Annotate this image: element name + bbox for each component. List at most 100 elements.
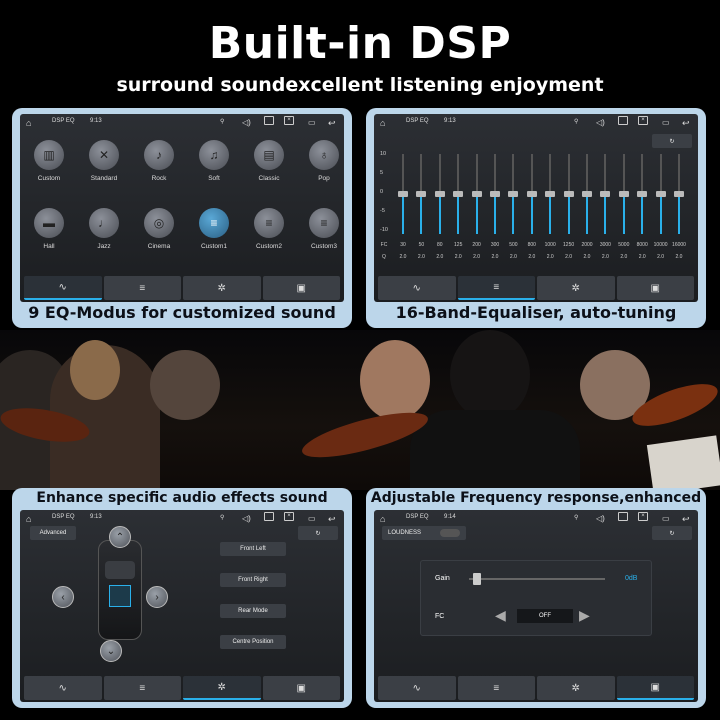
tab-eq-presets[interactable]: ∿ <box>378 676 456 700</box>
fc-next-icon[interactable]: ▶ <box>579 607 590 624</box>
preset-standard[interactable]: ✕ Standard <box>83 140 125 182</box>
eq-band-slider[interactable] <box>543 154 557 240</box>
eq-band-slider[interactable] <box>414 154 428 240</box>
close-icon[interactable]: × <box>638 512 648 521</box>
home-icon[interactable]: ⌂ <box>380 514 385 524</box>
tab-equaliser[interactable]: ≡ <box>457 676 535 700</box>
band-knob[interactable] <box>618 191 629 197</box>
tab-loudness[interactable]: ▣ <box>262 276 340 300</box>
band-knob[interactable] <box>398 191 408 197</box>
eq-band-slider[interactable] <box>562 154 576 240</box>
tab-loudness[interactable]: ▣ <box>616 676 694 700</box>
preset-rock[interactable]: ♪ Rock <box>138 140 180 182</box>
volume-icon[interactable]: ◁) <box>596 118 605 127</box>
recent-apps-icon[interactable]: ▭ <box>308 514 316 523</box>
tab-loudness[interactable]: ▣ <box>262 676 340 700</box>
down-arrow-button[interactable]: ⌄ <box>100 640 122 662</box>
eq-band-slider[interactable] <box>396 154 410 240</box>
window-icon[interactable] <box>264 512 274 521</box>
band-knob[interactable] <box>471 191 482 197</box>
tab-equaliser[interactable]: ≡ <box>457 276 535 300</box>
recent-apps-icon[interactable]: ▭ <box>662 118 670 127</box>
left-arrow-button[interactable]: ‹ <box>52 586 74 608</box>
back-icon[interactable]: ↩ <box>682 514 690 525</box>
volume-icon[interactable]: ◁) <box>596 514 605 523</box>
band-knob[interactable] <box>526 191 537 197</box>
preset-hall[interactable]: ▬ Hall <box>28 208 70 250</box>
volume-icon[interactable]: ◁) <box>242 118 251 127</box>
tab-eq-presets[interactable]: ∿ <box>378 276 456 300</box>
window-icon[interactable] <box>618 512 628 521</box>
band-knob[interactable] <box>416 191 427 197</box>
loudness-switch[interactable] <box>440 529 460 537</box>
preset-custom[interactable]: ▥ Custom <box>28 140 70 182</box>
preset-custom2[interactable]: ≡ Custom2 <box>248 208 290 250</box>
eq-band-slider[interactable] <box>635 154 649 240</box>
band-knob[interactable] <box>637 191 648 197</box>
close-icon[interactable]: × <box>284 512 294 521</box>
right-arrow-button[interactable]: › <box>146 586 168 608</box>
reset-button[interactable]: ↻ <box>652 526 692 540</box>
band-knob[interactable] <box>490 191 500 197</box>
gain-slider-handle[interactable] <box>473 573 481 585</box>
preset-soft[interactable]: ♫ Soft <box>193 140 235 182</box>
volume-icon[interactable]: ◁) <box>242 514 251 523</box>
tab-equaliser[interactable]: ≡ <box>103 676 181 700</box>
gain-slider[interactable] <box>469 578 605 580</box>
tab-eq-presets[interactable]: ∿ <box>24 276 102 300</box>
tab-balance[interactable]: ✲ <box>537 276 615 300</box>
band-knob[interactable] <box>655 191 666 197</box>
eq-band-slider[interactable] <box>672 154 686 240</box>
band-knob[interactable] <box>434 191 445 197</box>
preset-classic[interactable]: ▤ Classic <box>248 140 290 182</box>
close-icon[interactable]: × <box>638 116 648 125</box>
recent-apps-icon[interactable]: ▭ <box>308 118 316 127</box>
recent-apps-icon[interactable]: ▭ <box>662 514 670 523</box>
band-knob[interactable] <box>674 191 684 197</box>
eq-band-slider[interactable] <box>598 154 612 240</box>
tab-balance[interactable]: ✲ <box>183 276 261 300</box>
tab-balance[interactable]: ✲ <box>537 676 615 700</box>
advanced-button[interactable]: Advanced <box>30 526 76 540</box>
preset-pop[interactable]: ♁ Pop <box>303 140 344 182</box>
tab-loudness[interactable]: ▣ <box>616 276 694 300</box>
eq-band-slider[interactable] <box>580 154 594 240</box>
reset-button[interactable]: ↻ <box>652 134 692 148</box>
band-knob[interactable] <box>563 191 574 197</box>
preset-custom3[interactable]: ≡ Custom3 <box>303 208 344 250</box>
back-icon[interactable]: ↩ <box>328 118 336 129</box>
front-left-button[interactable]: Front Left <box>220 542 286 556</box>
band-knob[interactable] <box>600 191 611 197</box>
window-icon[interactable] <box>618 116 628 125</box>
preset-custom1[interactable]: ≡ Custom1 <box>193 208 235 250</box>
band-knob[interactable] <box>582 191 592 197</box>
eq-band-slider[interactable] <box>506 154 520 240</box>
up-arrow-button[interactable]: ⌃ <box>109 526 131 548</box>
back-icon[interactable]: ↩ <box>682 118 690 129</box>
eq-band-slider[interactable] <box>617 154 631 240</box>
eq-band-slider[interactable] <box>433 154 447 240</box>
rear-mode-button[interactable]: Rear Mode <box>220 604 286 618</box>
fc-prev-icon[interactable]: ◀ <box>495 607 506 624</box>
window-icon[interactable] <box>264 116 274 125</box>
band-knob[interactable] <box>453 191 464 197</box>
tab-balance[interactable]: ✲ <box>183 676 261 700</box>
eq-band-slider[interactable] <box>488 154 502 240</box>
band-knob[interactable] <box>545 191 556 197</box>
centre-position-button[interactable]: Centre Position <box>220 635 286 649</box>
close-icon[interactable]: × <box>284 116 294 125</box>
preset-cinema[interactable]: ◎ Cinema <box>138 208 180 250</box>
band-knob[interactable] <box>508 191 519 197</box>
eq-band-slider[interactable] <box>654 154 668 240</box>
preset-jazz[interactable]: ♩ Jazz <box>83 208 125 250</box>
loudness-toggle-row[interactable]: LOUDNESS <box>382 526 466 540</box>
eq-band-slider[interactable] <box>451 154 465 240</box>
back-icon[interactable]: ↩ <box>328 514 336 525</box>
eq-band-slider[interactable] <box>470 154 484 240</box>
front-right-button[interactable]: Front Right <box>220 573 286 587</box>
tab-equaliser[interactable]: ≡ <box>103 276 181 300</box>
reset-button[interactable]: ↻ <box>298 526 338 540</box>
home-icon[interactable]: ⌂ <box>26 514 31 524</box>
tab-eq-presets[interactable]: ∿ <box>24 676 102 700</box>
eq-band-slider[interactable] <box>525 154 539 240</box>
